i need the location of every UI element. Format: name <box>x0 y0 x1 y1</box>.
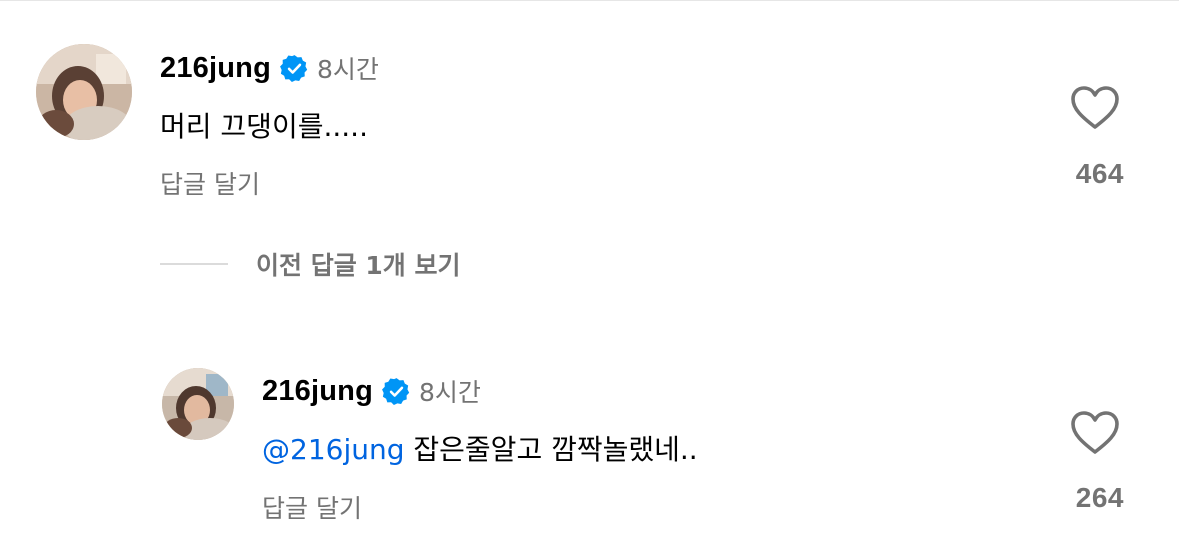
reply-button[interactable]: 답글 달기 <box>262 489 362 525</box>
reply-meta: 216jung 8시간 <box>262 373 481 409</box>
verified-badge-icon <box>382 377 411 406</box>
avatar-photo <box>162 368 234 440</box>
like-count: 264 <box>1075 482 1124 513</box>
comment-text: 머리 끄댕이를..... <box>160 110 368 143</box>
avatar[interactable] <box>36 44 132 140</box>
timestamp: 8시간 <box>419 378 481 407</box>
like-count: 464 <box>1075 158 1124 189</box>
username[interactable]: 216jung <box>160 52 271 85</box>
view-previous-replies[interactable]: 이전 답글 1개 보기 <box>160 246 461 282</box>
avatar[interactable] <box>162 368 234 440</box>
mention-link[interactable]: @216jung <box>262 433 405 466</box>
top-divider <box>0 0 1179 1</box>
reply-text: @216jung 잡은줄알고 깜짝놀랬네.. <box>262 428 698 468</box>
view-replies-label: 이전 답글 1개 보기 <box>256 251 461 280</box>
avatar-photo <box>36 44 132 140</box>
heart-outline-icon[interactable] <box>1070 410 1120 456</box>
username[interactable]: 216jung <box>262 375 373 408</box>
reply-message: 잡은줄알고 깜짝놀랬네.. <box>404 433 698 466</box>
comment-meta: 216jung 8시간 <box>160 50 379 86</box>
timestamp: 8시간 <box>317 55 379 84</box>
reply-button[interactable]: 답글 달기 <box>160 165 260 201</box>
verified-badge-icon <box>280 54 309 83</box>
replies-divider-line <box>160 263 228 265</box>
heart-outline-icon[interactable] <box>1070 85 1120 131</box>
